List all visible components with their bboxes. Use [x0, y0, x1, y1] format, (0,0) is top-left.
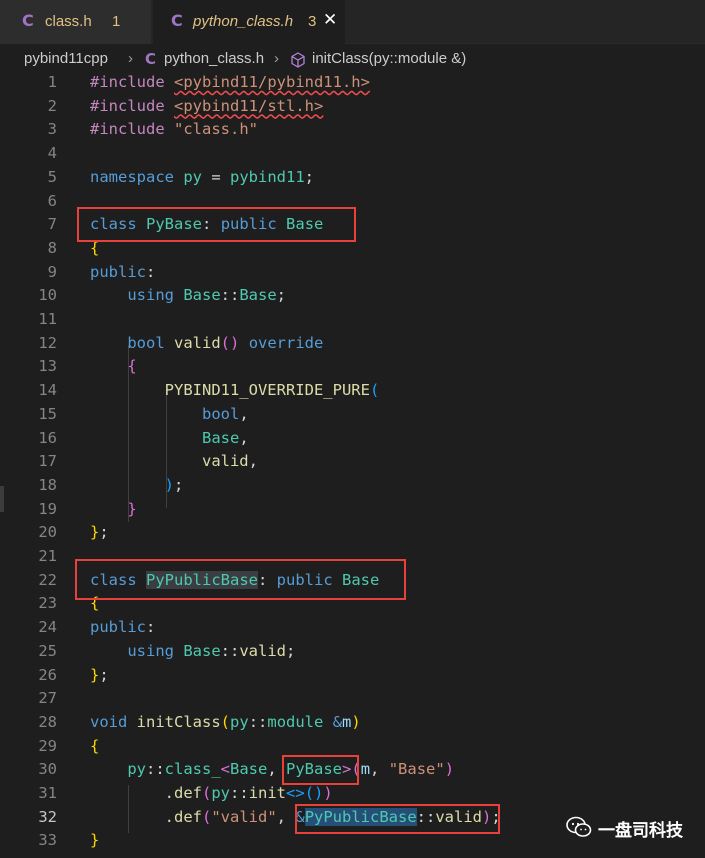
c-file-icon: C — [145, 50, 157, 68]
tab-label: python_class.h — [193, 13, 294, 30]
tab-label: class.h — [45, 13, 92, 30]
code-line: 20}; — [38, 523, 109, 542]
tab-bar: C class.h 1 C python_class.h 3 ✕ — [0, 0, 705, 44]
code-line: 14 PYBIND11_OVERRIDE_PURE( — [38, 381, 380, 400]
code-line: 13 { — [38, 357, 137, 376]
code-line: 26}; — [38, 665, 109, 684]
watermark-text: 一盘司科技 — [598, 821, 683, 841]
highlight-box-pybase-class — [77, 207, 356, 242]
cube-symbol-icon — [290, 52, 306, 72]
chevron-right-icon: › — [128, 50, 133, 67]
highlight-box-pybase-template — [282, 755, 359, 785]
c-file-icon: C — [22, 11, 34, 30]
breadcrumb-project[interactable]: pybind11cpp — [24, 50, 108, 67]
code-line: 1 #include <pybind11/pybind11.h> — [47, 73, 370, 91]
code-line: 16 Base, — [38, 428, 249, 447]
breadcrumb: pybind11cpp › C python_class.h › initCla… — [0, 44, 705, 74]
code-line: 15 bool, — [38, 404, 249, 423]
problem-count-badge: 3 — [308, 13, 317, 30]
breadcrumb-file[interactable]: python_class.h — [164, 50, 264, 67]
code-line: 24 public: — [38, 618, 156, 637]
code-line: 17 valid, — [38, 452, 258, 471]
code-line: 25 using Base::valid; — [38, 641, 296, 660]
code-line: 28 void initClass(py::module &m) — [38, 712, 361, 731]
code-line: 2 #include <pybind11/stl.h> — [47, 96, 324, 115]
close-icon[interactable]: ✕ — [323, 10, 337, 30]
code-line: 11 — [38, 310, 57, 328]
code-line: 5 namespace py = pybind11; — [47, 167, 315, 186]
code-line: 3 #include "class.h" — [47, 120, 258, 139]
code-line: 18 ); — [38, 475, 184, 494]
chevron-right-icon: › — [274, 50, 279, 67]
code-editor[interactable]: 1 #include <pybind11/pybind11.h> 2 #includ… — [0, 71, 705, 858]
tab-python-class-h[interactable]: C python_class.h 3 ✕ — [153, 0, 345, 44]
code-line: 4 — [47, 144, 57, 163]
c-file-icon: C — [171, 11, 183, 30]
code-line: 10 using Base::Base; — [38, 286, 287, 305]
code-line: 9 public: — [47, 262, 156, 281]
code-line: 27 — [38, 689, 57, 708]
highlight-box-valid-pointer — [295, 804, 500, 834]
problem-count-badge: 1 — [112, 13, 121, 30]
code-line: 31 .def(py::init<>()) — [38, 784, 333, 802]
highlight-box-pypublicbase-class — [75, 559, 406, 600]
breadcrumb-symbol[interactable]: initClass(py::module &) — [312, 50, 466, 67]
wechat-icon — [566, 816, 592, 837]
tab-class-h[interactable]: C class.h 1 — [0, 0, 152, 44]
code-line: 19 } — [38, 499, 137, 518]
code-line: 12 bool valid() override — [38, 333, 324, 352]
